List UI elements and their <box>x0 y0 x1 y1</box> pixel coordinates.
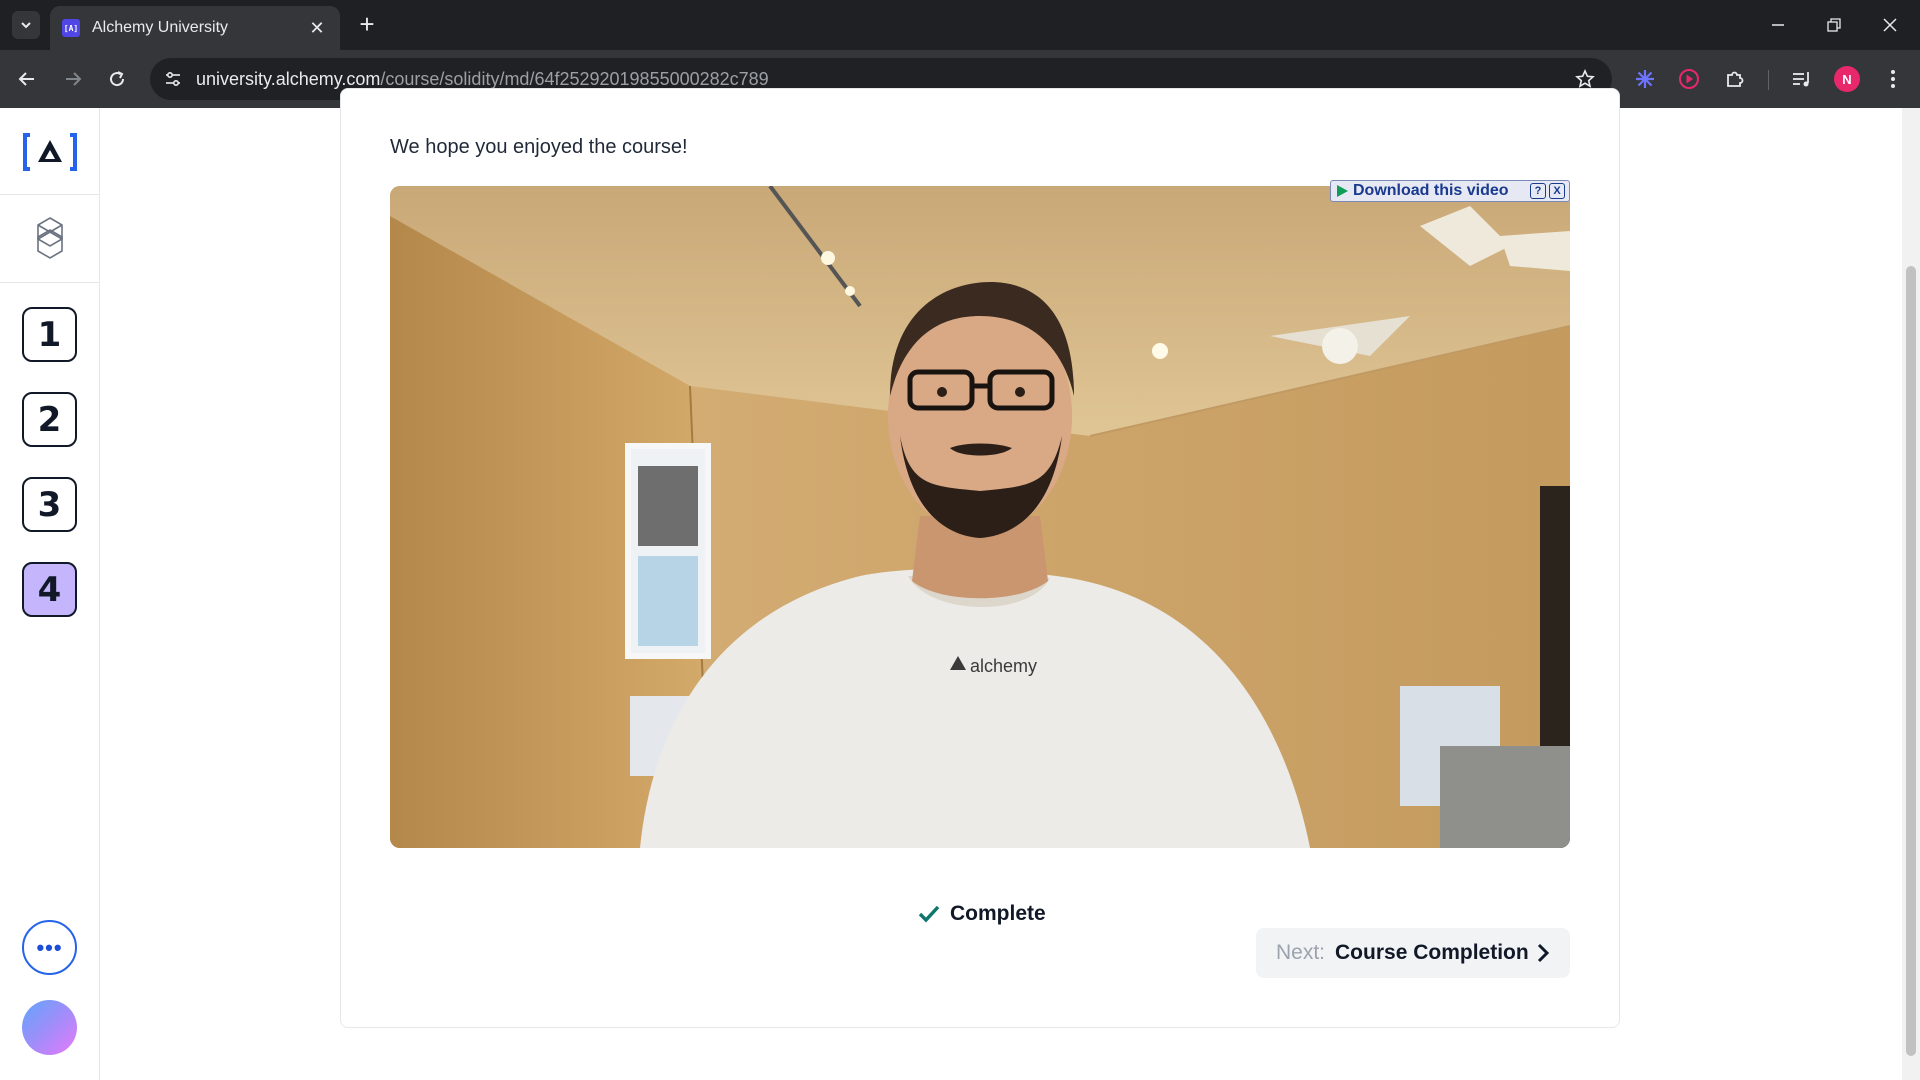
step-1-button[interactable]: 1 <box>22 307 77 362</box>
download-close-button[interactable]: X <box>1549 183 1565 199</box>
url-path: /course/solidity/md/64f25292019855000282… <box>380 69 769 89</box>
next-title: Course Completion <box>1335 941 1529 964</box>
playlist-icon <box>1793 72 1809 87</box>
arrow-left-icon <box>18 72 34 86</box>
alchemy-logo-icon <box>23 133 77 171</box>
step-2-button[interactable]: 2 <box>22 392 77 447</box>
course-sidebar: 1 2 3 4 ••• <box>0 108 100 1080</box>
puzzle-icon <box>1727 71 1744 87</box>
step-4-button[interactable]: 4 <box>22 562 77 617</box>
chevron-right-icon <box>1537 943 1550 963</box>
favicon-icon: [A] <box>62 19 80 37</box>
step-3-button[interactable]: 3 <box>22 477 77 532</box>
site-info-icon[interactable] <box>162 68 184 90</box>
kebab-menu-icon <box>1891 70 1895 88</box>
download-help-button[interactable]: ? <box>1530 183 1546 199</box>
new-tab-button[interactable]: + <box>352 10 382 40</box>
course-video-player[interactable]: alchemy <box>390 186 1570 848</box>
snowflake-icon <box>1636 70 1654 88</box>
extensions-button[interactable] <box>1720 64 1750 94</box>
intro-text: We hope you enjoyed the course! <box>390 136 688 158</box>
user-avatar[interactable] <box>22 1000 77 1055</box>
restore-button[interactable] <box>1814 8 1854 42</box>
extension-snowflake-button[interactable] <box>1630 64 1660 94</box>
check-icon <box>918 905 940 923</box>
alchemy-logo[interactable] <box>22 130 78 174</box>
arrow-right-icon <box>66 72 82 86</box>
download-video-link[interactable]: Download this video <box>1335 182 1527 200</box>
shirt-logo-text: alchemy <box>970 656 1037 676</box>
complete-status: Complete <box>918 902 1046 926</box>
sidebar-divider <box>0 194 100 195</box>
url-host: university.alchemy.com <box>196 69 381 89</box>
page-viewport: 1 2 3 4 ••• We hope you enjoyed the cour… <box>0 88 1920 1080</box>
url-text: university.alchemy.com/course/solidity/m… <box>196 69 769 90</box>
close-icon <box>1883 18 1897 32</box>
course-map-icon[interactable] <box>32 216 68 260</box>
download-video-label: Download this video <box>1353 182 1509 199</box>
profile-avatar[interactable]: N <box>1834 66 1860 92</box>
tab-search-button[interactable] <box>12 11 40 39</box>
page-scrollbar[interactable] <box>1902 108 1920 1080</box>
play-icon <box>1337 185 1348 197</box>
forward-button[interactable] <box>58 64 88 94</box>
record-icon <box>1679 69 1699 89</box>
next-lesson-button[interactable]: Next: Course Completion <box>1256 928 1570 978</box>
media-controls-button[interactable] <box>1786 64 1816 94</box>
video-frame-presenter: alchemy <box>390 186 1570 848</box>
close-window-button[interactable] <box>1870 8 1910 42</box>
scrollbar-thumb[interactable] <box>1906 266 1916 1056</box>
browser-tab-bar: [A] Alchemy University ✕ + <box>0 0 1920 50</box>
minimize-button[interactable] <box>1758 8 1798 42</box>
browser-tab[interactable]: [A] Alchemy University ✕ <box>50 6 340 50</box>
reload-icon <box>110 71 125 87</box>
minimize-icon <box>1772 24 1784 26</box>
tab-close-button[interactable]: ✕ <box>306 18 328 39</box>
tab-title: Alchemy University <box>92 19 229 36</box>
next-prefix: Next: <box>1276 941 1326 964</box>
chevron-down-icon <box>21 22 31 29</box>
back-button[interactable] <box>12 64 42 94</box>
browser-menu-button[interactable] <box>1878 64 1908 94</box>
reload-button[interactable] <box>102 64 132 94</box>
extension-record-button[interactable] <box>1674 64 1704 94</box>
download-video-bar: Download this video ? X <box>1330 180 1570 202</box>
star-icon <box>1575 69 1595 88</box>
restore-icon <box>1827 18 1841 32</box>
more-options-button[interactable]: ••• <box>22 920 77 975</box>
toolbar-divider <box>1768 70 1769 90</box>
sidebar-divider <box>0 282 100 283</box>
complete-label: Complete <box>950 902 1046 925</box>
